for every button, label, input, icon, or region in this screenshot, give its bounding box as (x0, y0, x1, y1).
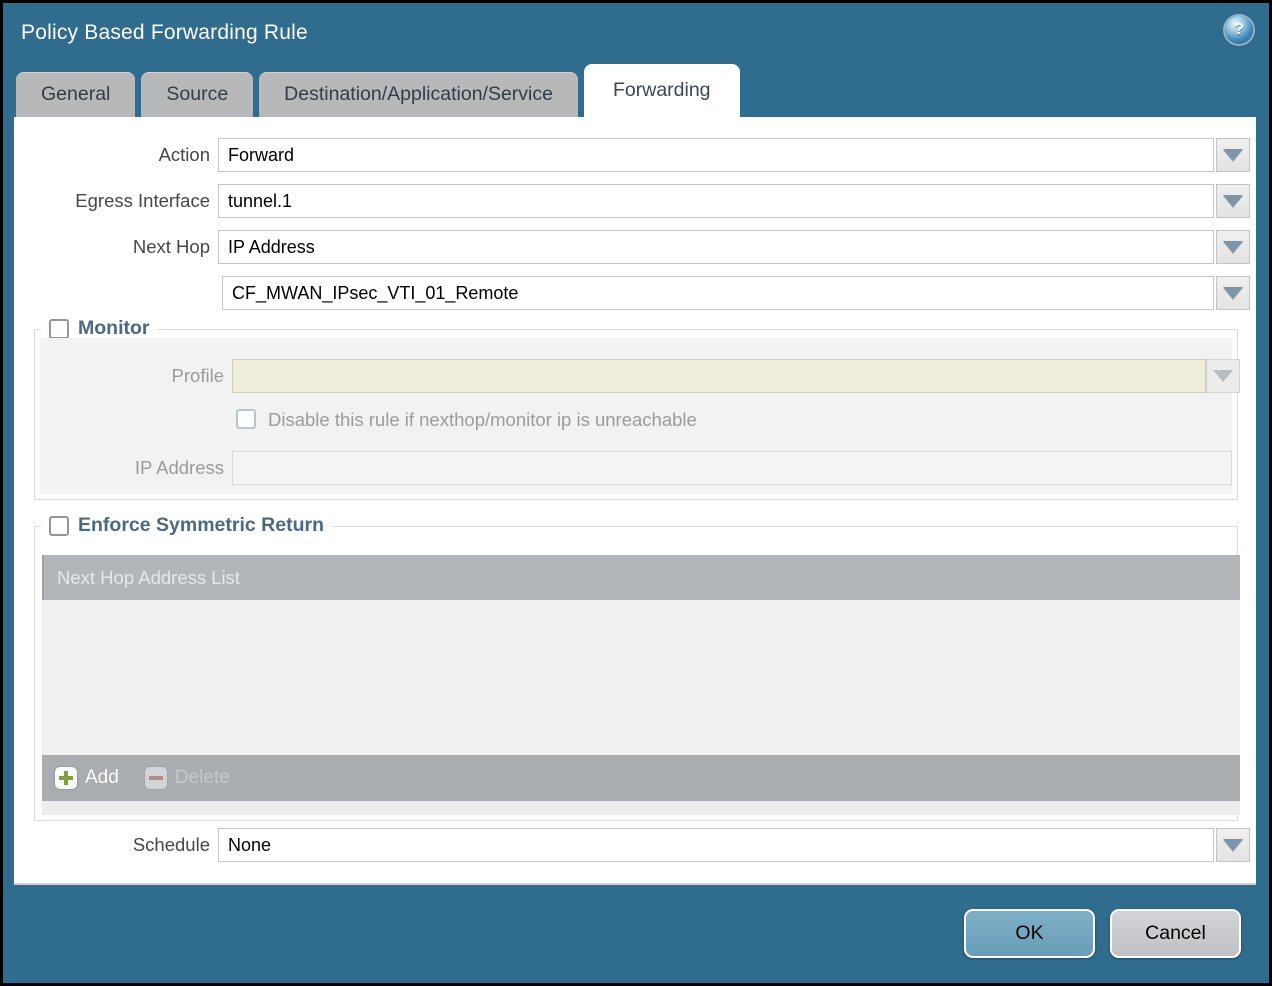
schedule-dropdown-trigger[interactable] (1216, 828, 1250, 862)
monitor-group: Monitor Profile Disable this rule if nex… (34, 329, 1238, 500)
disable-rule-label: Disable this rule if nexthop/monitor ip … (268, 408, 697, 432)
add-button-label: Add (85, 767, 119, 789)
action-dropdown-trigger[interactable] (1216, 138, 1250, 172)
help-glyph: ? (1234, 21, 1244, 39)
policy-based-forwarding-dialog: Policy Based Forwarding Rule ? General S… (0, 0, 1272, 986)
grid-toolbar: Add Delete (42, 755, 1240, 801)
chevron-down-icon (1223, 287, 1243, 299)
chevron-down-icon (1213, 370, 1233, 382)
dialog-surface: Policy Based Forwarding Rule ? General S… (3, 3, 1269, 983)
grid-body-empty[interactable] (42, 600, 1240, 755)
cancel-button[interactable]: Cancel (1110, 909, 1241, 958)
monitor-legend: Monitor (41, 317, 157, 340)
next-hop-type-dropdown-trigger[interactable] (1216, 230, 1250, 264)
chevron-down-icon (1223, 195, 1243, 207)
monitor-profile-dropdown-trigger (1206, 359, 1240, 393)
symmetric-return-legend: Enforce Symmetric Return (41, 514, 332, 537)
delete-button: Delete (145, 767, 230, 789)
symmetric-return-group: Enforce Symmetric Return Next Hop Addres… (34, 526, 1238, 821)
egress-interface-combobox[interactable]: tunnel.1 (218, 184, 1214, 218)
monitor-profile-combobox (232, 359, 1206, 393)
tab-destination-application-service[interactable]: Destination/Application/Service (259, 72, 578, 117)
forwarding-tab-panel: Action Forward Egress Interface tunnel.1… (14, 117, 1256, 885)
chevron-down-icon (1223, 839, 1243, 851)
grid-column-header[interactable]: Next Hop Address List (42, 555, 1240, 600)
enforce-symmetric-return-checkbox[interactable] (49, 516, 69, 536)
monitor-group-label: Monitor (78, 317, 149, 340)
plus-icon (55, 767, 77, 789)
egress-interface-label: Egress Interface (14, 184, 210, 218)
tab-general[interactable]: General (16, 72, 135, 117)
tab-bar: General Source Destination/Application/S… (16, 64, 740, 117)
next-hop-type-combobox[interactable]: IP Address (218, 230, 1214, 264)
action-combobox[interactable]: Forward (218, 138, 1214, 172)
next-hop-address-dropdown-trigger[interactable] (1216, 276, 1250, 310)
dialog-title: Policy Based Forwarding Rule (21, 21, 308, 45)
monitor-ip-address-input (232, 451, 1232, 485)
next-hop-address-combobox[interactable]: CF_MWAN_IPsec_VTI_01_Remote (222, 276, 1214, 310)
egress-interface-dropdown-trigger[interactable] (1216, 184, 1250, 218)
symmetric-return-group-label: Enforce Symmetric Return (78, 514, 324, 537)
ok-button[interactable]: OK (964, 909, 1095, 958)
monitor-checkbox[interactable] (49, 319, 69, 339)
disable-rule-checkbox (236, 409, 256, 429)
chevron-down-icon (1223, 241, 1243, 253)
chevron-down-icon (1223, 149, 1243, 161)
grid-horizontal-scrollbar[interactable] (42, 801, 1240, 815)
tab-source[interactable]: Source (141, 72, 253, 117)
next-hop-label: Next Hop (14, 230, 210, 264)
help-icon[interactable]: ? (1225, 16, 1253, 44)
schedule-label: Schedule (14, 828, 210, 862)
monitor-panel: Profile Disable this rule if nexthop/mon… (40, 338, 1232, 494)
profile-label: Profile (40, 359, 224, 393)
delete-button-label: Delete (175, 767, 230, 789)
schedule-combobox[interactable]: None (218, 828, 1214, 862)
monitor-ip-address-label: IP Address (40, 451, 224, 485)
action-label: Action (14, 138, 210, 172)
next-hop-address-grid: Next Hop Address List Add Delete (42, 555, 1240, 815)
minus-icon (145, 767, 167, 789)
tab-forwarding[interactable]: Forwarding (584, 64, 740, 117)
add-button[interactable]: Add (55, 767, 119, 789)
